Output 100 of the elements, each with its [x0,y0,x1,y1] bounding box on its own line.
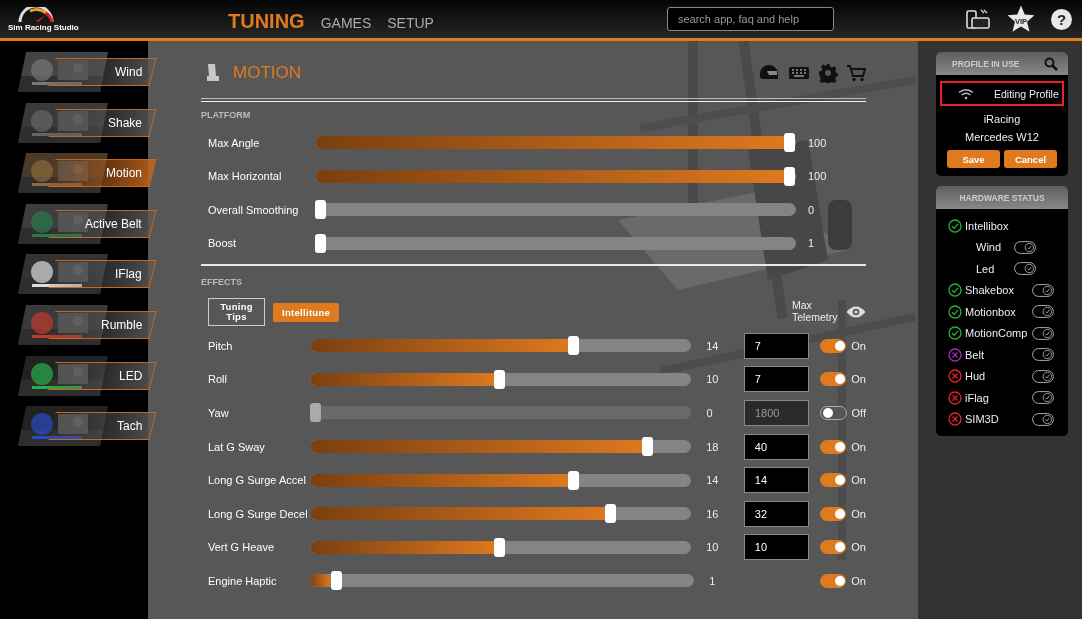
slider-thumb[interactable] [309,403,321,423]
slider-value: 0 [808,203,815,216]
device-name: Shakebox [965,284,1015,297]
slider[interactable] [315,200,796,220]
devices-icon[interactable] [965,8,991,30]
slider-thumb[interactable] [315,233,326,253]
nav-tab[interactable]: SETUP [387,14,434,31]
slider[interactable] [309,369,692,389]
toggle-switch[interactable] [1032,326,1054,340]
slider-label: Long G Surge Decel [208,507,309,520]
keyboard-icon[interactable] [788,65,810,81]
wifi-icon [958,87,974,100]
toggle-switch[interactable] [1014,262,1036,276]
slider[interactable] [315,133,796,153]
toggle-label: On [851,574,866,587]
slider[interactable] [309,437,692,457]
nav-tab[interactable]: GAMES [320,14,372,31]
sidebar-tab[interactable]: Shake [48,108,157,137]
search-field[interactable]: search app, faq and help [666,7,834,31]
logo-text: Sim Racing Studio [8,22,79,32]
device-name: Motionbox [965,305,1017,318]
gauge-logo-icon [16,6,56,23]
slider-label: Pitch [208,339,234,352]
sidebar-tab[interactable]: Motion [48,159,157,188]
help-button[interactable]: ? [1051,8,1072,30]
slider-label: Yaw [208,407,230,419]
slider-thumb[interactable] [784,166,795,186]
sidebar-tab[interactable]: IFlag [48,260,157,289]
eye-icon[interactable] [846,305,866,319]
device-name: MotionComp [965,327,1029,340]
slider-label: Boost [208,237,238,250]
slider-label: Overall Smoothing [208,203,300,216]
slider[interactable] [309,336,692,356]
slider-thumb[interactable] [315,200,326,220]
toggle-switch[interactable] [1032,412,1054,426]
game-name: iRacing [982,112,1022,127]
toggle-label: Off [851,407,866,419]
slider-label: Lat G Sway [208,440,266,453]
settings-icon[interactable] [818,63,838,83]
sidebar-tab[interactable]: Rumble [48,310,157,339]
slider-thumb[interactable] [494,369,506,389]
toggle-switch[interactable] [1032,391,1054,405]
slider-value: 1 [709,574,717,587]
sidebar-tab[interactable]: LED [48,361,157,390]
section-title: MOTION [233,63,301,83]
toggle-switch[interactable] [1032,305,1054,319]
slider-thumb[interactable] [568,336,580,356]
toggle-label: On [851,373,866,386]
slider-value: 18 [706,440,720,453]
device-name: Belt [965,348,985,361]
slider-label: Vert G Heave [208,541,276,554]
slider-thumb[interactable] [642,437,654,457]
card-title: HARDWARE STATUS [959,192,1045,203]
value-field[interactable]: 14 [743,467,809,494]
star-icon[interactable]: VIP [1007,5,1035,33]
tips-button[interactable]: Tuning Tips [208,298,265,326]
toggle-switch[interactable] [1032,283,1054,297]
toggle-switch[interactable] [1032,348,1054,362]
toggle-label: On [851,440,866,453]
section-heading: EFFECTS [201,277,243,287]
value-field[interactable]: 10 [743,534,809,561]
slider[interactable] [309,403,692,423]
toggle-switch[interactable] [1014,240,1036,254]
slider-value: 14 [706,474,720,487]
slider-label: Long G Surge Accel [208,474,307,487]
slider-value: 0 [706,407,714,419]
slider-value: 100 [808,136,827,149]
search-icon[interactable] [1044,56,1058,71]
slider-thumb[interactable] [494,537,506,557]
device-name: Led [976,262,996,275]
slider-thumb[interactable] [330,571,342,591]
slider[interactable] [309,537,692,557]
value-field[interactable]: 7 [743,366,809,393]
toggle-label: On [851,339,866,352]
value-field[interactable]: 1800 [744,400,809,426]
sidebar-tab[interactable]: Wind [48,58,157,86]
cart-icon[interactable] [846,64,866,82]
slider-value: 10 [706,541,720,554]
slider[interactable] [315,233,796,253]
device-name: iFlag [965,391,990,404]
slider[interactable] [315,166,796,186]
toggle-label: On [851,474,866,487]
slider-label: Roll [208,373,228,386]
nav-tab[interactable]: TUNING [228,9,305,33]
sidebar-tab[interactable]: Tach [48,412,157,441]
slider[interactable] [309,470,692,490]
profile-status: Editing Profile [994,87,1059,100]
slider-thumb[interactable] [568,470,580,490]
slider[interactable] [309,504,692,524]
toggle-switch[interactable] [1032,369,1054,383]
toggle-label: On [851,507,866,520]
slider[interactable] [310,571,695,591]
slider-thumb[interactable] [784,133,795,153]
seat-icon [205,63,221,83]
slider-label: Max Angle [208,136,261,149]
sidebar-tab[interactable]: Active Belt [48,209,157,238]
card-title: PROFILE IN USE [952,58,1020,69]
slider-thumb[interactable] [605,504,617,524]
slider-label: Max Horizontal [208,170,283,183]
slider-value: 14 [706,339,720,352]
